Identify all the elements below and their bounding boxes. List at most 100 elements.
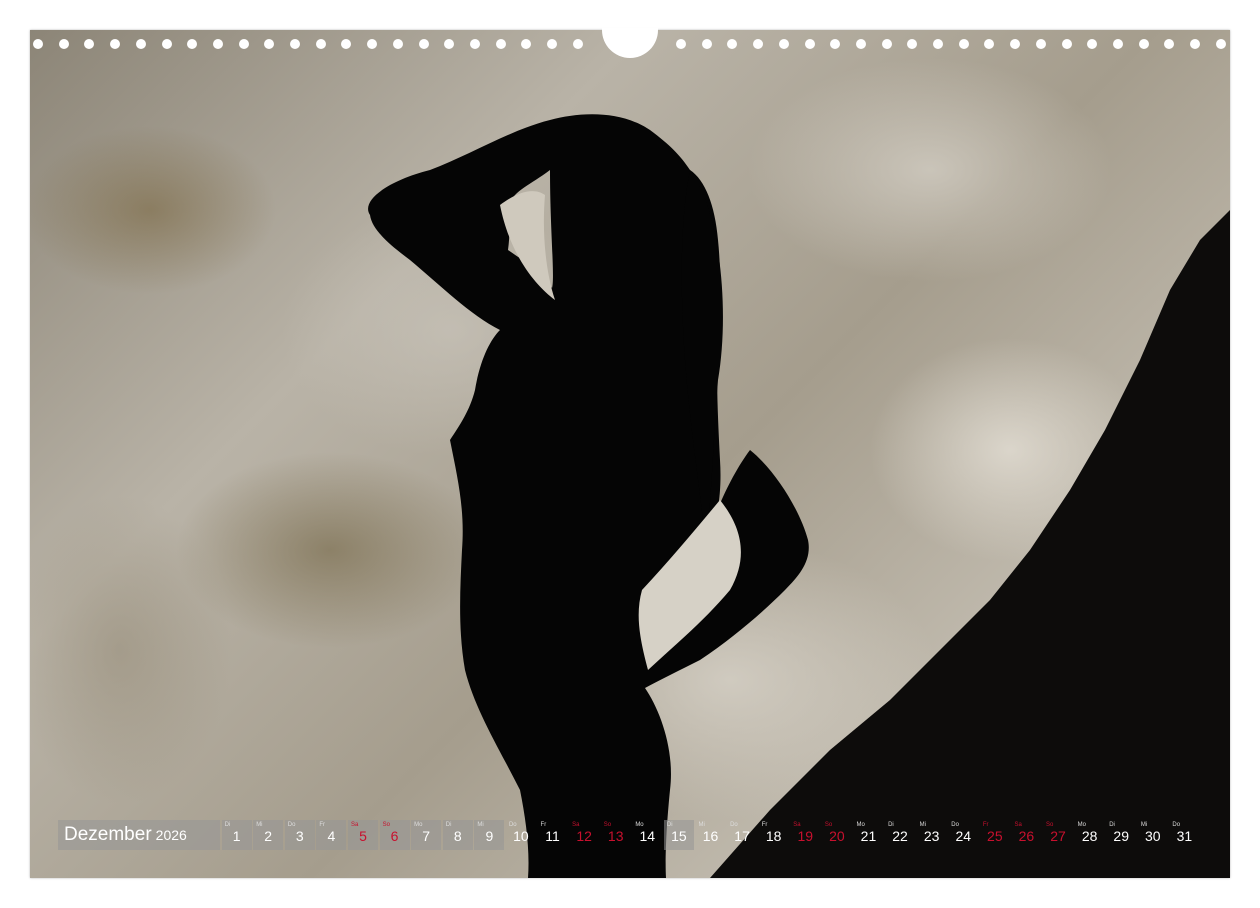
day-number: 9 xyxy=(485,828,494,844)
day-number: 21 xyxy=(860,828,877,844)
binding-hole xyxy=(58,39,69,49)
day-number: 19 xyxy=(797,828,814,844)
calendar-page: Dezember 2026 Di 1 Mi 2 Do 3 Fr 4 Sa 5 So 6 Mo 7 Di 8 Mi… xyxy=(0,0,1260,908)
calendar-day: Di 1 xyxy=(221,820,252,850)
binding-hole xyxy=(1190,39,1200,49)
month-label: Dezember 2026 xyxy=(58,820,220,850)
year: 2026 xyxy=(155,827,187,843)
calendar-day: Di 15 xyxy=(663,820,694,850)
binding-hole xyxy=(1061,39,1072,49)
calendar-day: Di 29 xyxy=(1106,820,1136,850)
calendar-day: Fr 25 xyxy=(980,820,1010,850)
binding-hole xyxy=(1010,39,1021,49)
day-number: 31 xyxy=(1176,828,1193,844)
binding-hole xyxy=(933,39,943,49)
calendar-bar: Dezember 2026 Di 1 Mi 2 Do 3 Fr 4 Sa 5 So 6 Mo 7 Di 8 Mi… xyxy=(58,820,1199,850)
binding-hole xyxy=(1035,39,1046,49)
calendar-day: Di 8 xyxy=(442,820,473,850)
calendar-day: Fr 18 xyxy=(759,820,789,850)
calendar-day: Sa 19 xyxy=(790,820,820,850)
binding-hole xyxy=(33,39,43,49)
day-number: 20 xyxy=(829,828,845,844)
day-number: 8 xyxy=(453,828,462,844)
binding-hole xyxy=(1164,39,1175,49)
binding-hole xyxy=(984,39,995,49)
binding-hole xyxy=(469,39,480,49)
day-number: 3 xyxy=(295,828,304,844)
binding-hole xyxy=(264,39,275,49)
binding-hole xyxy=(753,39,764,49)
day-number: 29 xyxy=(1113,828,1129,844)
binding-hole xyxy=(1087,39,1098,49)
day-number: 11 xyxy=(545,828,560,844)
binding-hole xyxy=(855,39,866,49)
calendar-day: So 6 xyxy=(379,820,410,850)
day-number: 6 xyxy=(390,828,399,844)
calendar-day: So 27 xyxy=(1043,820,1073,850)
calendar-day: Mi 2 xyxy=(253,820,284,850)
day-number: 5 xyxy=(359,828,367,844)
binding-hole xyxy=(367,39,378,49)
binding-hole xyxy=(315,39,326,49)
binding-hole xyxy=(135,39,146,49)
day-number: 16 xyxy=(702,828,719,844)
day-number: 4 xyxy=(327,828,336,844)
calendar-day: Do 3 xyxy=(284,820,315,850)
calendar-day: Sa 5 xyxy=(347,820,378,850)
binding-hole xyxy=(341,39,352,49)
binding-hole xyxy=(778,39,789,49)
day-number: 24 xyxy=(955,828,972,844)
day-number: 7 xyxy=(422,828,431,844)
day-number: 18 xyxy=(765,828,782,844)
binding-hole xyxy=(212,39,223,49)
binding-hole xyxy=(1215,39,1226,49)
day-number: 13 xyxy=(607,828,624,844)
day-number: 12 xyxy=(576,828,592,844)
calendar-day: Sa 12 xyxy=(569,820,599,850)
calendar-day: Do 24 xyxy=(948,820,978,850)
day-number: 25 xyxy=(987,828,1003,844)
binding-hole xyxy=(1112,39,1123,49)
calendar-day: Sa 26 xyxy=(1011,820,1041,850)
photo xyxy=(30,30,1230,878)
binding-hole xyxy=(110,39,121,49)
binding-hole xyxy=(701,39,712,49)
binding-hole xyxy=(727,39,738,49)
day-number: 14 xyxy=(639,828,656,844)
day-number: 1 xyxy=(232,828,241,844)
binding-hole xyxy=(418,39,429,49)
day-number: 23 xyxy=(923,828,940,844)
binding-hole xyxy=(521,39,532,49)
day-number: 26 xyxy=(1018,828,1035,844)
day-number: 15 xyxy=(671,828,687,844)
binding-hole xyxy=(676,39,686,49)
day-number: 10 xyxy=(513,828,529,844)
day-number: 2 xyxy=(264,828,273,844)
binding-hole xyxy=(958,39,969,49)
calendar-day: Mi 16 xyxy=(696,820,726,850)
calendar-day: Mi 23 xyxy=(917,820,947,850)
silhouette-photo xyxy=(368,114,1230,878)
day-number: 22 xyxy=(892,828,908,844)
binding-hole xyxy=(830,39,841,49)
calendar-day: Di 22 xyxy=(885,820,915,850)
day-number: 17 xyxy=(734,828,750,844)
binding-hole xyxy=(187,39,198,49)
binding-hole xyxy=(495,39,506,49)
calendar-day: Fr 4 xyxy=(316,820,347,850)
day-number: 28 xyxy=(1081,828,1098,844)
binding-hole xyxy=(238,39,249,49)
calendar-day: Mi 30 xyxy=(1138,820,1168,850)
month-name: Dezember xyxy=(64,824,152,845)
binding-hole xyxy=(444,39,455,49)
binding-hole xyxy=(1138,39,1149,49)
calendar-day: Mo 7 xyxy=(411,820,442,850)
day-number: 30 xyxy=(1145,828,1161,844)
binding-hole xyxy=(572,39,583,49)
calendar-day: Mo 21 xyxy=(853,820,883,850)
calendar-day: Mi 9 xyxy=(474,820,505,850)
binding-hole xyxy=(881,39,892,49)
calendar-day: So 13 xyxy=(601,820,631,850)
calendar-day: Do 17 xyxy=(727,820,757,850)
woman-silhouette xyxy=(368,114,809,878)
